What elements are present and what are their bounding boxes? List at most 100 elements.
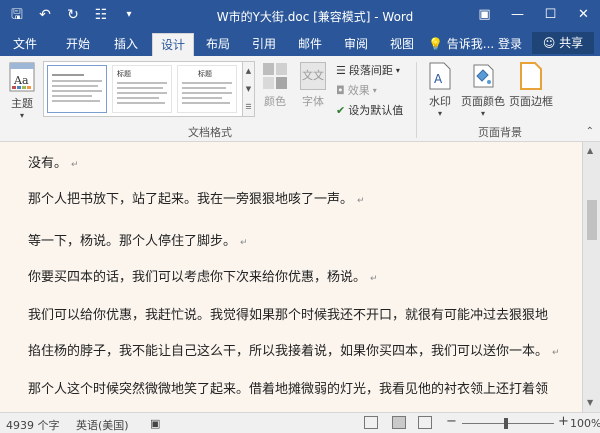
- style-set-thumb[interactable]: 标题: [112, 65, 172, 113]
- svg-text:Aa: Aa: [13, 74, 29, 87]
- chevron-up-icon[interactable]: ▲: [243, 62, 254, 80]
- zoom-out-button[interactable]: −: [446, 414, 457, 429]
- group-label-document-formatting: 文档格式: [188, 126, 232, 139]
- lightbulb-icon: 💡: [428, 37, 443, 51]
- window-controls: ▣ — ☐ ✕: [468, 0, 600, 30]
- themes-label: 主题: [11, 97, 33, 110]
- fonts-button[interactable]: 文文 字体: [296, 62, 330, 109]
- svg-text:A: A: [434, 72, 443, 86]
- checkmark-icon: ✔: [336, 103, 346, 117]
- minimize-icon[interactable]: —: [501, 0, 534, 30]
- group-label-page-background: 页面背景: [478, 126, 522, 139]
- style-set-gallery: 标题 标题: [43, 61, 243, 117]
- group-separator: [416, 62, 417, 138]
- ribbon-display-options-icon[interactable]: ▣: [468, 0, 501, 30]
- paragraph-spacing-icon: ☰: [336, 63, 346, 77]
- paragraph: 我们可以给你优惠，我赶忙说。我觉得如果那个时候我还不开口，就很有可能冲过去狠狠地: [28, 308, 549, 323]
- tab-design[interactable]: 设计: [152, 33, 194, 56]
- themes-button[interactable]: Aa 主题 ▾: [6, 62, 38, 120]
- redo-icon[interactable]: ↻: [64, 6, 82, 24]
- close-icon[interactable]: ✕: [567, 0, 600, 30]
- chevron-down-icon: ▾: [437, 109, 442, 118]
- zoom-in-button[interactable]: +: [558, 414, 569, 429]
- tab-insert[interactable]: 插入: [106, 33, 146, 56]
- page-color-button[interactable]: 页面颜色 ▾: [460, 62, 506, 118]
- title-bar: 🖫 ↶ ↻ ☷ ▾ W市的Y大街.doc [兼容模式] - Word ▣ — ☐…: [0, 0, 600, 30]
- gallery-scroll[interactable]: ▲ ▼ ☰: [243, 61, 255, 117]
- paragraph: 掐住杨的脖子，我不能让自己这么干，所以我接着说，如果你买四本，我们可以送你一本。…: [28, 344, 560, 359]
- gallery-more-icon[interactable]: ☰: [243, 98, 254, 116]
- page-border-button[interactable]: 页面边框: [508, 62, 554, 109]
- thumb-title: 标题: [198, 70, 212, 78]
- colors-icon: [263, 63, 287, 89]
- set-as-default-button[interactable]: ✔ 设为默认值: [336, 102, 403, 118]
- macro-record-icon[interactable]: ▣: [150, 417, 160, 430]
- chevron-down-icon[interactable]: ▼: [243, 80, 254, 98]
- document-area: 没有。 ↵ 那个人把书放下，站了起来。我在一旁狠狠地咳了一声。 ↵ 等一下，杨说。那…: [0, 142, 600, 412]
- ribbon-tabs: 文件 开始 插入 设计 布局 引用 邮件 审阅 视图 💡 告诉我... 登录 ☺…: [0, 30, 600, 56]
- undo-icon[interactable]: ↶: [36, 6, 54, 24]
- share-button[interactable]: ☺ 共享: [532, 32, 594, 54]
- login-button[interactable]: 登录: [498, 33, 522, 56]
- chevron-down-icon: ▾: [480, 109, 485, 118]
- chevron-down-icon: ▾: [372, 85, 377, 95]
- effects-icon: ◘: [336, 83, 345, 97]
- read-mode-icon[interactable]: [364, 416, 378, 429]
- tell-me-search[interactable]: 💡 告诉我...: [428, 33, 494, 56]
- collapse-ribbon-icon[interactable]: ⌃: [586, 126, 594, 137]
- colors-button[interactable]: 颜色: [260, 62, 290, 109]
- tab-layout[interactable]: 布局: [198, 33, 238, 56]
- scroll-down-icon[interactable]: ▼: [587, 398, 593, 407]
- style-set-thumb[interactable]: [47, 65, 107, 113]
- ribbon-design: Aa 主题 ▾ 标题 标题 ▲ ▼ ☰ 颜色 文文 字体 ☰ 段落间距 ▾ ◘ …: [0, 56, 600, 142]
- chevron-down-icon: ▾: [19, 111, 24, 120]
- tab-references[interactable]: 引用: [244, 33, 284, 56]
- word-count[interactable]: 4939 个字: [6, 417, 60, 433]
- tab-mailings[interactable]: 邮件: [290, 33, 330, 56]
- save-icon[interactable]: 🖫: [8, 6, 26, 24]
- paragraph: 没有。 ↵: [28, 156, 79, 171]
- print-layout-icon[interactable]: [392, 416, 406, 429]
- zoom-slider[interactable]: [462, 423, 554, 424]
- tab-review[interactable]: 审阅: [336, 33, 376, 56]
- paragraph-mark: ↵: [370, 274, 378, 284]
- restore-icon[interactable]: ☐: [534, 0, 567, 30]
- tell-me-label: 告诉我...: [446, 37, 495, 51]
- web-layout-icon[interactable]: [418, 416, 432, 429]
- page-color-icon: [473, 64, 494, 88]
- paragraph-mark: ↵: [71, 160, 79, 170]
- customize-qat-icon[interactable]: ▾: [120, 6, 138, 24]
- paragraph: 等一下，杨说。那个人停住了脚步。 ↵: [28, 234, 248, 249]
- themes-icon: Aa: [9, 62, 35, 92]
- watermark-icon: A: [429, 62, 451, 90]
- chevron-down-icon: ▾: [395, 65, 400, 75]
- share-label: 共享: [559, 36, 584, 50]
- scroll-up-icon[interactable]: ▲: [587, 146, 593, 155]
- watermark-button[interactable]: A 水印 ▾: [424, 62, 456, 118]
- tab-view[interactable]: 视图: [382, 33, 422, 56]
- scrollbar-thumb[interactable]: [587, 200, 597, 240]
- vertical-scrollbar[interactable]: ▲ ▼: [582, 142, 600, 412]
- person-icon: ☺: [542, 36, 556, 50]
- page-border-icon: [520, 62, 542, 90]
- tab-file[interactable]: 文件: [8, 33, 42, 56]
- paragraph: 那个人把书放下，站了起来。我在一旁狠狠地咳了一声。 ↵: [28, 192, 365, 207]
- document-page[interactable]: 没有。 ↵ 那个人把书放下，站了起来。我在一旁狠狠地咳了一声。 ↵ 等一下，杨说。那…: [0, 142, 582, 412]
- zoom-level[interactable]: 100%: [570, 417, 600, 430]
- touch-mode-icon[interactable]: ☷: [92, 6, 110, 24]
- paragraph-mark: ↵: [552, 348, 560, 358]
- thumb-title: 标题: [117, 70, 131, 78]
- fonts-icon: 文文: [300, 62, 326, 90]
- style-set-thumb[interactable]: 标题: [177, 65, 237, 113]
- status-bar: 4939 个字 英语(美国) ▣ − + 100%: [0, 412, 600, 433]
- paragraph-spacing-button[interactable]: ☰ 段落间距 ▾: [336, 62, 400, 78]
- colors-label: 颜色: [264, 95, 286, 108]
- paragraph-mark: ↵: [240, 238, 248, 248]
- paragraph: 那个人这个时候突然微微地笑了起来。借着地摊微弱的灯光，我看见他的衬衣领上还打着领: [28, 382, 549, 397]
- zoom-slider-thumb[interactable]: [504, 418, 508, 429]
- window-title: W市的Y大街.doc [兼容模式] - Word: [216, 10, 414, 24]
- quick-access-toolbar: 🖫 ↶ ↻ ☷ ▾: [8, 6, 138, 24]
- effects-button[interactable]: ◘ 效果 ▾: [336, 82, 377, 98]
- language-status[interactable]: 英语(美国): [76, 417, 129, 433]
- tab-home[interactable]: 开始: [58, 33, 98, 56]
